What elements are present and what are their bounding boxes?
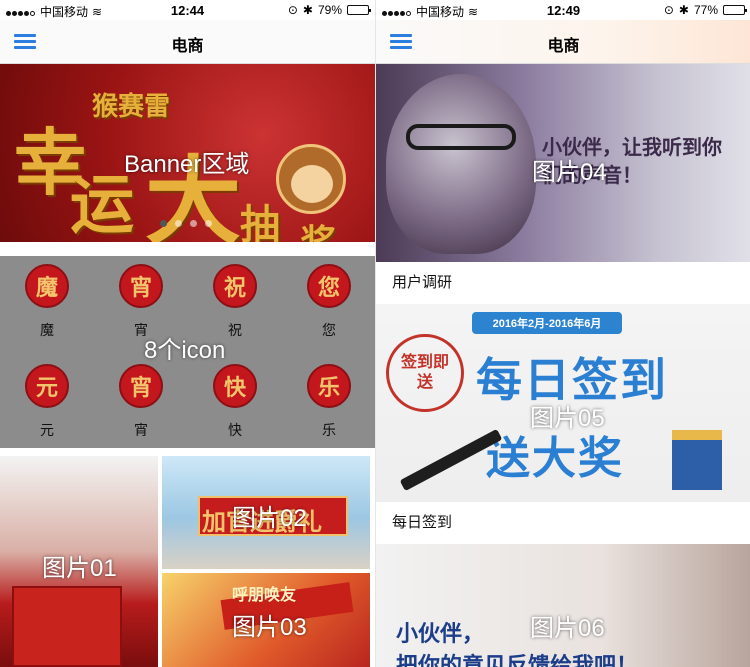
lantern-icon: 快 [213, 364, 257, 408]
icon-item[interactable]: 乐 乐 [282, 356, 375, 452]
lantern-icon: 元 [25, 364, 69, 408]
promo-tile-02[interactable]: 加官进爵礼 图片02 [162, 456, 370, 569]
screen-feed: 中国移动 ≋ 12:49 ⊙ ✱ 77% 电商 小伙伴，让我听到你们的声音！ 图… [375, 0, 750, 667]
gift-box-icon [672, 430, 722, 490]
bluetooth-icon: ✱ [678, 3, 689, 17]
icon-item[interactable]: 宵 宵 [94, 356, 188, 452]
promo-tile-03[interactable]: 呼朋唤友 图片03 [162, 573, 370, 667]
card-caption[interactable]: 用户调研 [376, 262, 750, 304]
promo-tile-01[interactable]: 图片01 [0, 456, 158, 667]
icon-item[interactable]: 元 元 [0, 356, 94, 452]
orientation-lock-icon: ⊙ [287, 3, 298, 17]
lantern-icon: 宵 [119, 264, 163, 308]
card-image-04[interactable]: 小伙伴，让我听到你们的声音！ 图片04 [376, 64, 750, 262]
icon-item[interactable]: 您 您 [282, 256, 375, 352]
page-dot[interactable] [160, 220, 167, 227]
lantern-icon: 宵 [119, 364, 163, 408]
icon-item-label: 魔 [40, 322, 54, 338]
battery-percent: 79% [317, 3, 342, 17]
card-caption[interactable]: 每日签到 [376, 502, 750, 544]
card-art-date: 2016年2月-2016年6月 [492, 318, 602, 330]
card-art-text: 小伙伴， [396, 621, 485, 646]
stamp-icon: 签到即送 [386, 334, 464, 412]
banner-art-text: 奖 [300, 214, 336, 242]
status-bar: 中国移动 ≋ 12:49 ⊙ ✱ 77% [376, 0, 750, 20]
lantern-icon: 您 [307, 264, 351, 308]
page-dot[interactable] [175, 220, 182, 227]
lantern-icon: 魔 [25, 264, 69, 308]
icon-item-label: 宵 [134, 422, 148, 438]
bluetooth-icon: ✱ [302, 3, 313, 17]
card-image-05[interactable]: 2016年2月-2016年6月 签到即送 每日签到 送大奖 图片05 [376, 304, 750, 502]
portrait-sketch-image [386, 74, 536, 254]
battery-icon [347, 5, 371, 15]
page-title: 电商 [171, 38, 204, 55]
page-title: 电商 [547, 38, 580, 55]
status-bar: 中国移动 ≋ 12:44 ⊙ ✱ 79% [0, 0, 375, 20]
icon-grid: 魔 魔 宵 宵 祝 祝 您 您 元 元 宵 宵 快 快 乐 乐 8个icon [0, 256, 375, 448]
icon-item-label: 快 [228, 422, 242, 438]
screen-home: 中国移动 ≋ 12:44 ⊙ ✱ 79% 电商 猴赛雷 幸 运 大 抽 奖 Ba… [0, 0, 375, 667]
card-image-06[interactable]: 小伙伴， 把你的意见反馈给我吧！ 图片06 [376, 544, 750, 667]
banner-region-label: Banner区域 [124, 151, 250, 178]
banner-art-text: 猴赛雷 [92, 92, 171, 122]
red-envelope-gift-image [12, 586, 122, 667]
icon-region-label: 8个icon [144, 337, 226, 364]
page-dot[interactable] [190, 220, 197, 227]
banner-art-text: 抽 [240, 201, 280, 242]
nav-bar: 电商 [0, 20, 375, 64]
card-image-label: 图片06 [530, 615, 605, 642]
page-dot[interactable] [205, 220, 212, 227]
card-image-label: 图片05 [530, 405, 605, 432]
tile-label: 图片03 [232, 614, 307, 641]
orientation-lock-icon: ⊙ [663, 3, 674, 17]
tile-label: 图片02 [232, 505, 307, 532]
battery-percent: 77% [693, 3, 718, 17]
icon-item[interactable]: 魔 魔 [0, 256, 94, 352]
card-image-label: 图片04 [532, 159, 607, 186]
icon-item-label: 您 [322, 322, 336, 338]
icon-item-label: 乐 [322, 422, 336, 438]
card-art-text: 把你的意见反馈给我吧！ [396, 653, 639, 667]
icon-item-label: 元 [40, 422, 54, 438]
lantern-icon: 乐 [307, 364, 351, 408]
battery-icon [723, 5, 747, 15]
tile-art-text: 呼朋唤友 [232, 587, 297, 604]
carousel-page-indicator[interactable] [160, 220, 212, 227]
banner-carousel[interactable]: 猴赛雷 幸 运 大 抽 奖 Banner区域 [0, 64, 375, 242]
lantern-icon: 祝 [213, 264, 257, 308]
tile-label: 图片01 [42, 555, 117, 582]
nav-bar: 电商 [376, 20, 750, 64]
icon-item[interactable]: 快 快 [188, 356, 282, 452]
monkey-mascot-image [276, 144, 346, 214]
